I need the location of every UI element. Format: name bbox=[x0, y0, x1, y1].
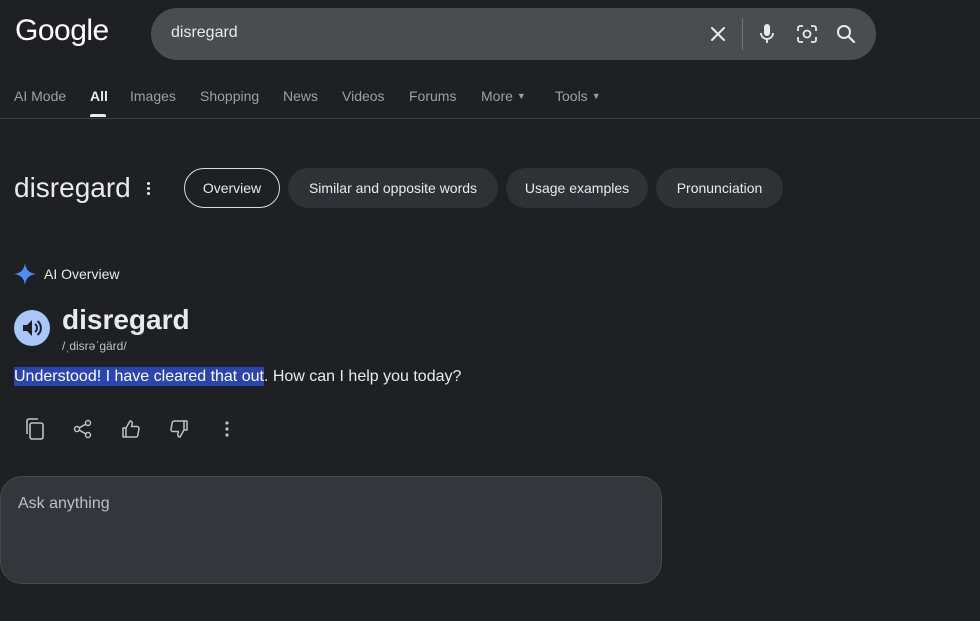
search-bar[interactable]: disregard bbox=[151, 8, 876, 60]
speaker-icon[interactable] bbox=[14, 310, 50, 346]
search-icon[interactable] bbox=[834, 22, 858, 46]
tab-more[interactable]: More ▼ bbox=[481, 88, 526, 104]
chip-similar-opposite-words[interactable]: Similar and opposite words bbox=[288, 168, 498, 208]
lens-camera-icon[interactable] bbox=[795, 22, 819, 46]
chip-pronunciation[interactable]: Pronunciation bbox=[656, 168, 783, 208]
tab-ai-mode[interactable]: AI Mode bbox=[14, 88, 66, 104]
thumbs-down-icon[interactable] bbox=[164, 414, 194, 444]
word-title: disregard bbox=[14, 172, 131, 203]
chip-usage-examples[interactable]: Usage examples bbox=[506, 168, 648, 208]
tab-shopping[interactable]: Shopping bbox=[200, 88, 259, 104]
more-vert-icon[interactable] bbox=[140, 180, 156, 196]
search-results-page: Google disregard AI Mode All Images Shop… bbox=[0, 0, 980, 621]
more-vert-icon[interactable] bbox=[212, 414, 242, 444]
chip-overview[interactable]: Overview bbox=[184, 168, 280, 208]
tab-more-label: More bbox=[481, 88, 513, 104]
tab-videos[interactable]: Videos bbox=[342, 88, 385, 104]
share-icon[interactable] bbox=[68, 414, 98, 444]
pronunciation: /ˌdisrəˈɡärd/ bbox=[62, 339, 127, 353]
active-tab-indicator bbox=[90, 114, 106, 117]
tab-forums[interactable]: Forums bbox=[409, 88, 456, 104]
tab-tools[interactable]: Tools ▼ bbox=[555, 88, 601, 104]
ai-overview-header: AI Overview bbox=[14, 262, 119, 286]
ai-overview-label: AI Overview bbox=[44, 266, 120, 282]
tab-images[interactable]: Images bbox=[130, 88, 176, 104]
highlighted-text: Understood! I have cleared that out bbox=[14, 367, 264, 386]
ai-spark-icon bbox=[14, 263, 36, 285]
google-logo[interactable]: Google bbox=[15, 14, 109, 48]
answer-rest-text: . How can I help you today? bbox=[263, 368, 462, 385]
headword: disregard bbox=[62, 304, 190, 335]
tab-all[interactable]: All bbox=[90, 88, 108, 104]
search-divider bbox=[742, 18, 743, 50]
ask-anything-box[interactable] bbox=[0, 476, 662, 584]
tab-tools-label: Tools bbox=[555, 88, 588, 104]
clear-icon[interactable] bbox=[706, 22, 730, 46]
microphone-icon[interactable] bbox=[755, 22, 779, 46]
nav-divider bbox=[0, 118, 980, 119]
search-query[interactable]: disregard bbox=[171, 24, 238, 42]
tab-news[interactable]: News bbox=[283, 88, 318, 104]
caret-down-icon: ▼ bbox=[516, 91, 526, 101]
thumbs-up-icon[interactable] bbox=[116, 414, 146, 444]
copy-icon[interactable] bbox=[20, 414, 50, 444]
ai-answer-text: Understood! I have cleared that out. How… bbox=[14, 367, 462, 386]
search-nav-tabs: AI Mode All Images Shopping News Videos … bbox=[0, 86, 980, 118]
caret-down-icon: ▼ bbox=[591, 91, 601, 101]
ask-anything-input[interactable] bbox=[18, 495, 618, 513]
